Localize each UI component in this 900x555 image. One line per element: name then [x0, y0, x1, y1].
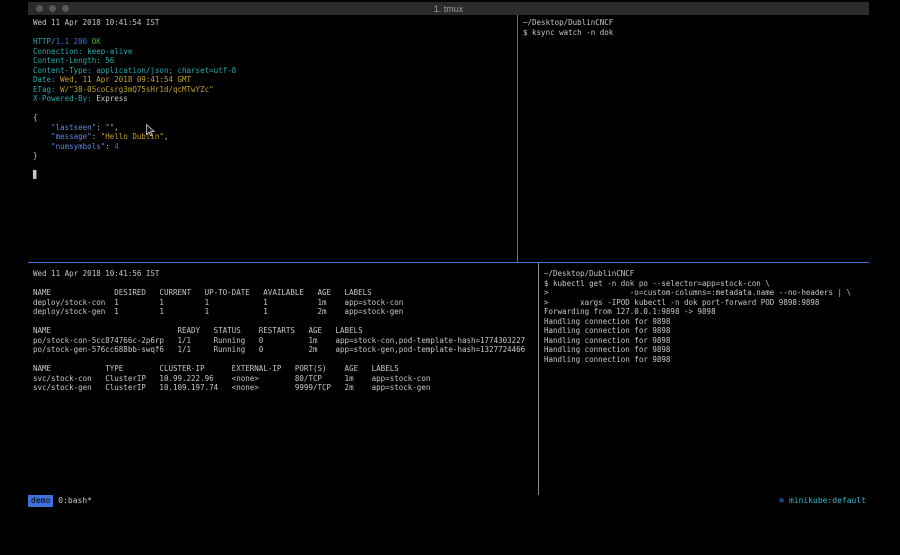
- terminal-line: Content-Length: 56: [33, 56, 515, 66]
- traffic-lights: [36, 5, 69, 12]
- terminal-line: deploy/stock-gen 1 1 1 1 2m app=stock-ge…: [33, 307, 536, 317]
- terminal-line: deploy/stock-con 1 1 1 1 1m app=stock-co…: [33, 298, 536, 308]
- terminal-line: Handling connection for 9898: [544, 355, 867, 365]
- terminal-line: $ kubectl get -n dok po --selector=app=s…: [544, 279, 867, 289]
- window-title: 1. tmux: [28, 4, 869, 14]
- terminal-line: po/stock-con-5cc874766c-2p6rp 1/1 Runnin…: [33, 336, 536, 346]
- terminal-line: "lastseen": "",: [33, 123, 515, 133]
- terminal-line: Handling connection for 9898: [544, 336, 867, 346]
- zoom-button[interactable]: [62, 5, 69, 12]
- terminal-line: > xargs -IPOD kubectl -n dok port-forwar…: [544, 298, 867, 308]
- terminal-line: Wed 11 Apr 2018 10:41:54 IST: [33, 18, 515, 28]
- terminal-line: [33, 104, 515, 114]
- kubernetes-wheel-icon: ☸: [779, 496, 784, 505]
- mouse-pointer-icon: [146, 122, 155, 141]
- terminal-line: {: [33, 113, 515, 123]
- terminal-line: ~/Desktop/DublinCNCF: [544, 269, 867, 279]
- terminal-line: "message": "Hello Dublin",: [33, 132, 515, 142]
- titlebar: 1. tmux: [28, 2, 869, 15]
- terminal-line: Content-Type: application/json; charset=…: [33, 66, 515, 76]
- terminal-line: NAME READY STATUS RESTARTS AGE LABELS: [33, 326, 536, 336]
- tmux-status-bar: demo 0:bash* ☸ minikube:default: [28, 495, 869, 507]
- terminal-window: 1. tmux Wed 11 Apr 2018 10:41:54 IST HTT…: [28, 2, 869, 507]
- terminal-line: ETag: W/"38-05coCsrg3mQ75sHr1d/qcMTwYZc": [33, 85, 515, 95]
- tmux-window-tab[interactable]: 0:bash*: [58, 495, 92, 507]
- pane-kubectl-get[interactable]: Wed 11 Apr 2018 10:41:56 IST NAME DESIRE…: [28, 263, 538, 495]
- terminal-line: [33, 161, 515, 171]
- terminal-line: [33, 279, 536, 289]
- terminal-line: [33, 28, 515, 38]
- terminal-line: Wed 11 Apr 2018 10:41:56 IST: [33, 269, 536, 279]
- terminal-line: }: [33, 151, 515, 161]
- minimize-button[interactable]: [49, 5, 56, 12]
- kube-context-label: minikube:default: [789, 496, 866, 505]
- terminal-line: X-Powered-By: Express: [33, 94, 515, 104]
- pane-http-response[interactable]: Wed 11 Apr 2018 10:41:54 IST HTTP/1.1 20…: [28, 15, 517, 262]
- terminal-line: NAME TYPE CLUSTER-IP EXTERNAL-IP PORT(S)…: [33, 364, 536, 374]
- terminal-line: po/stock-gen-576cc688bb-swqf6 1/1 Runnin…: [33, 345, 536, 355]
- close-button[interactable]: [36, 5, 43, 12]
- pane-port-forward[interactable]: ~/Desktop/DublinCNCF$ kubectl get -n dok…: [539, 263, 869, 495]
- terminal-line: svc/stock-con ClusterIP 10.99.222.96 <no…: [33, 374, 536, 384]
- terminal-line: > -o=custom-columns=:metadata.name --no-…: [544, 288, 867, 298]
- status-right: ☸ minikube:default: [779, 495, 866, 507]
- terminal-line: NAME DESIRED CURRENT UP-TO-DATE AVAILABL…: [33, 288, 536, 298]
- terminal-line: Handling connection for 9898: [544, 345, 867, 355]
- session-name: demo: [28, 495, 53, 507]
- pane-ksync[interactable]: ~/Desktop/DublinCNCF$ ksync watch -n dok: [518, 15, 869, 262]
- terminal-line: $ ksync watch -n dok: [523, 28, 867, 38]
- terminal-line: Handling connection for 9898: [544, 317, 867, 327]
- terminal-line: "numsymbols": 4: [33, 142, 515, 152]
- terminal-line: svc/stock-gen ClusterIP 10.109.197.74 <n…: [33, 383, 536, 393]
- terminal-line: Date: Wed, 11 Apr 2018 09:41:54 GMT: [33, 75, 515, 85]
- terminal-line: Forwarding from 127.0.0.1:9898 -> 9898: [544, 307, 867, 317]
- status-left: demo 0:bash*: [28, 495, 92, 507]
- terminal-line: ▊: [33, 170, 515, 180]
- terminal-line: ~/Desktop/DublinCNCF: [523, 18, 867, 28]
- terminal-line: [33, 355, 536, 365]
- terminal-line: Handling connection for 9898: [544, 326, 867, 336]
- terminal-line: Connection: keep-alive: [33, 47, 515, 57]
- terminal-line: HTTP/1.1 200 OK: [33, 37, 515, 47]
- terminal-line: [33, 317, 536, 327]
